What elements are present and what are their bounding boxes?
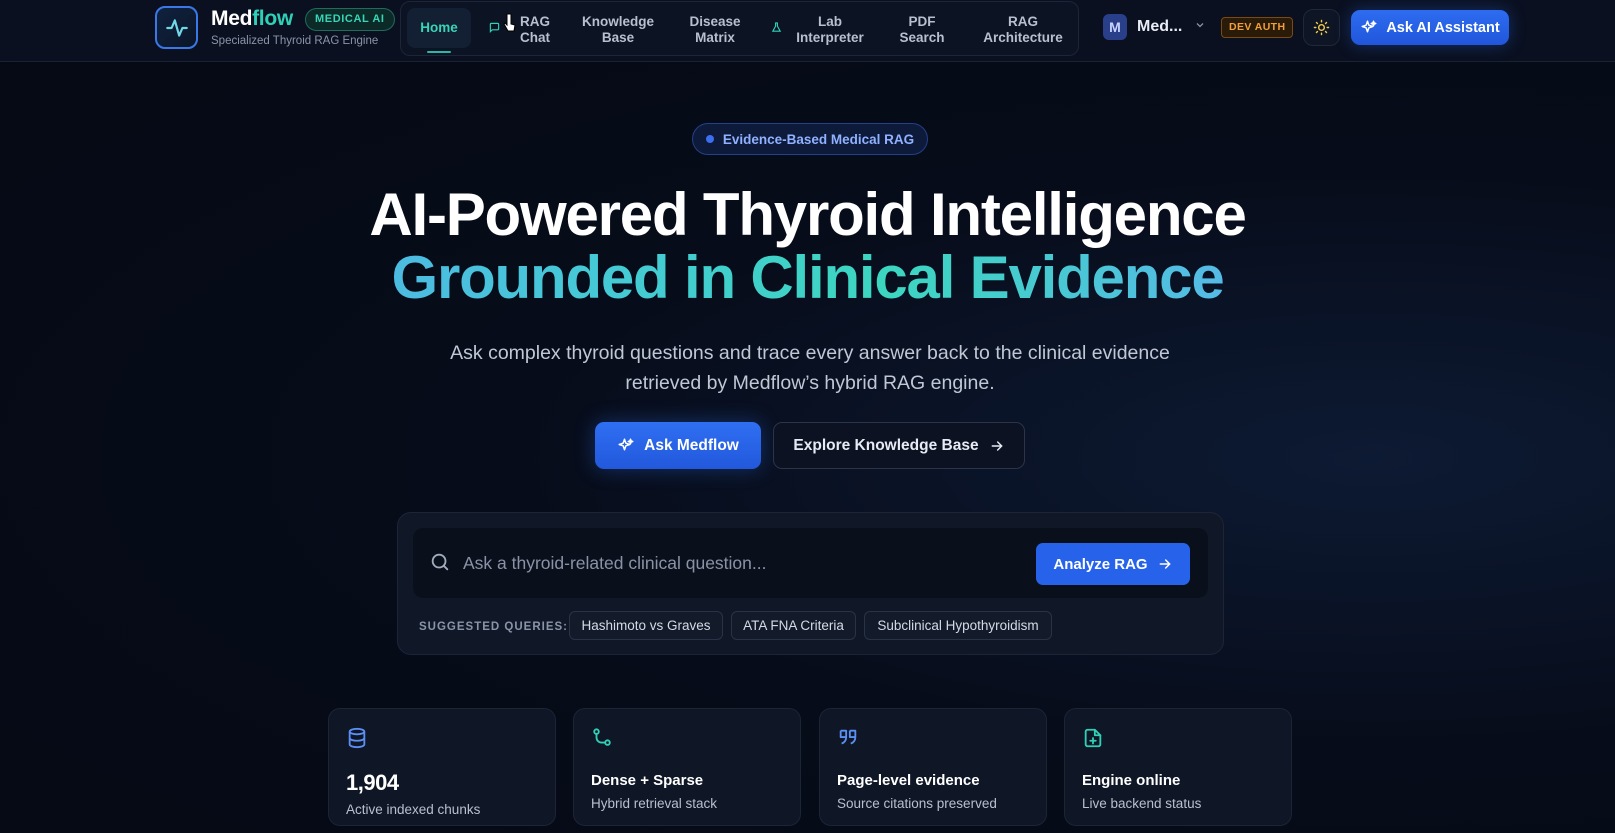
- database-icon: [346, 727, 368, 754]
- medical-ai-badge: MEDICAL AI: [305, 8, 395, 31]
- suggested-query-chip[interactable]: ATA FNA Criteria: [731, 611, 856, 640]
- hero-description: Ask complex thyroid questions and trace …: [450, 342, 1170, 394]
- logo-pulse-icon[interactable]: [155, 6, 198, 49]
- sun-icon: [1313, 19, 1330, 36]
- stat-card-indexed-chunks: 1,904 Active indexed chunks: [328, 708, 556, 826]
- stat-subtitle: Active indexed chunks: [346, 802, 481, 817]
- main-nav: Home RAG Chat Knowledge Base Disease Mat…: [400, 1, 1079, 56]
- stat-card-engine: Engine online Live backend status: [1064, 708, 1292, 826]
- top-header: Medflow MEDICAL AI Specialized Thyroid R…: [0, 0, 1615, 62]
- nav-disease-matrix[interactable]: Disease Matrix: [677, 2, 753, 57]
- stat-subtitle: Hybrid retrieval stack: [591, 796, 718, 811]
- stat-title: Dense + Sparse: [591, 772, 704, 789]
- chat-icon: [489, 22, 500, 33]
- ask-medflow-button[interactable]: Ask Medflow: [595, 422, 761, 469]
- brand-subtitle: Specialized Thyroid RAG Engine: [211, 35, 379, 47]
- search-box: Analyze RAG: [413, 528, 1208, 598]
- nav-lab-interpreter[interactable]: Lab Interpreter: [769, 2, 873, 57]
- nav-knowledge-base[interactable]: Knowledge Base: [573, 2, 663, 57]
- nav-rag-chat[interactable]: RAG Chat: [487, 2, 561, 57]
- user-name[interactable]: Med...: [1137, 18, 1182, 36]
- evidence-pill: Evidence-Based Medical RAG: [692, 123, 928, 155]
- stat-subtitle: Source citations preserved: [837, 796, 997, 811]
- ask-ai-assistant-button[interactable]: Ask AI Assistant: [1351, 10, 1509, 45]
- sparkles-icon: [618, 438, 634, 450]
- pill-dot-icon: [705, 135, 714, 143]
- stat-subtitle: Live backend status: [1082, 796, 1202, 811]
- hero-title-line1: AI-Powered Thyroid Intelligence: [369, 181, 1246, 248]
- nav-pdf-search[interactable]: PDF Search: [885, 2, 959, 57]
- flask-icon: [771, 22, 782, 32]
- suggested-queries-label: SUGGESTED QUERIES:: [419, 621, 568, 633]
- analyze-rag-button[interactable]: Analyze RAG: [1036, 543, 1190, 585]
- sparkles-icon: [1361, 20, 1377, 32]
- stat-title: Engine online: [1082, 772, 1181, 789]
- stat-title: Page-level evidence: [837, 772, 980, 789]
- user-avatar[interactable]: M: [1103, 14, 1127, 40]
- nav-home[interactable]: Home: [407, 8, 471, 53]
- arrow-right-icon: [1159, 559, 1171, 569]
- arrow-right-icon: [991, 440, 1003, 451]
- quote-icon: [837, 727, 859, 754]
- theme-toggle-button[interactable]: [1303, 9, 1340, 46]
- stat-value: 1,904: [346, 770, 399, 795]
- hero-title-line2: Grounded in Clinical Evidence: [0, 243, 1615, 313]
- stat-card-retrieval: Dense + Sparse Hybrid retrieval stack: [573, 708, 801, 826]
- dev-auth-badge: DEV AUTH: [1221, 17, 1294, 38]
- mouse-cursor-icon: [503, 13, 516, 38]
- git-branch-icon: [591, 727, 613, 754]
- search-icon: [429, 551, 451, 578]
- suggested-query-chip[interactable]: Hashimoto vs Graves: [569, 611, 723, 640]
- chevron-down-icon[interactable]: [1194, 18, 1206, 36]
- stat-card-evidence: Page-level evidence Source citations pre…: [819, 708, 1047, 826]
- explore-knowledge-base-button[interactable]: Explore Knowledge Base: [773, 422, 1025, 469]
- suggested-query-chip[interactable]: Subclinical Hypothyroidism: [864, 611, 1052, 640]
- brand-name[interactable]: Medflow: [211, 7, 293, 31]
- file-plus-icon: [1082, 727, 1104, 754]
- search-input[interactable]: [463, 548, 1003, 578]
- nav-rag-architecture[interactable]: RAG Architecture: [973, 2, 1073, 57]
- search-panel: Analyze RAG SUGGESTED QUERIES: Hashimoto…: [397, 512, 1224, 655]
